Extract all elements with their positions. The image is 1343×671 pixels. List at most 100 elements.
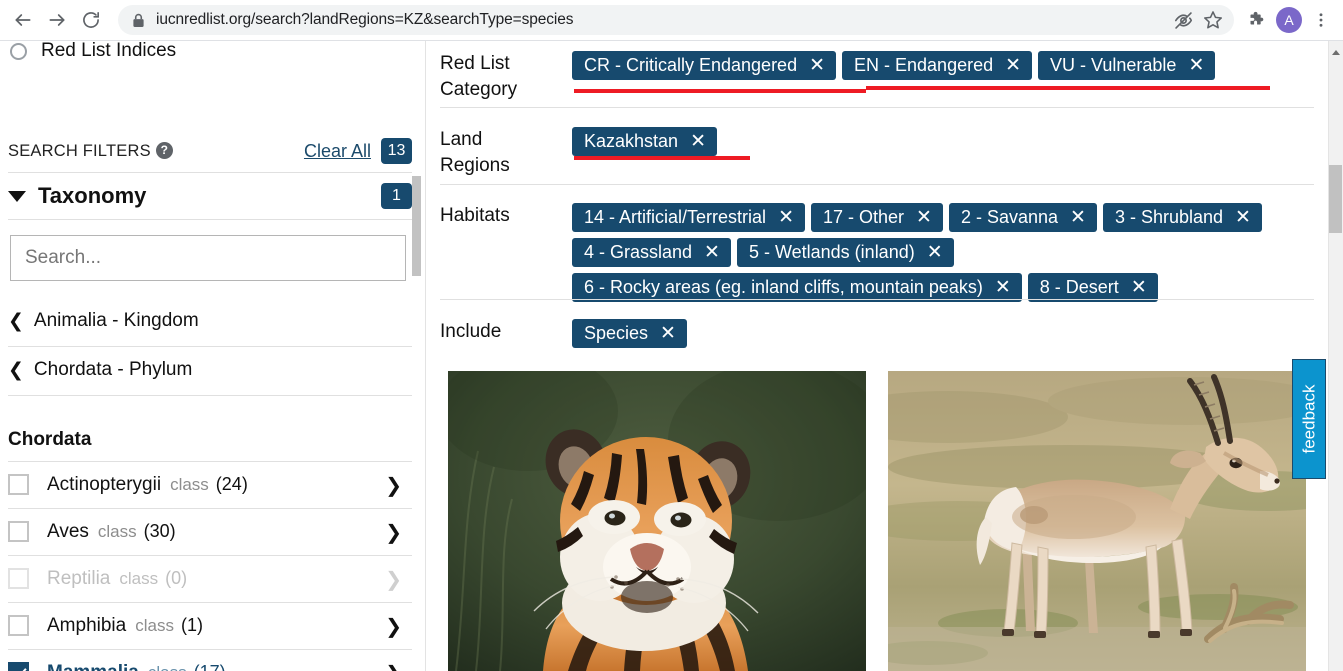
address-bar[interactable]: iucnredlist.org/search?landRegions=KZ&se… xyxy=(118,5,1234,35)
chip-kazakhstan[interactable]: Kazakhstan ✕ xyxy=(572,127,717,156)
checkbox[interactable] xyxy=(8,474,29,495)
checkbox[interactable] xyxy=(8,521,29,542)
star-icon[interactable] xyxy=(1198,5,1228,35)
search-filters-title: SEARCH FILTERS xyxy=(8,141,151,160)
chip-habitat-8[interactable]: 8 - Desert ✕ xyxy=(1027,273,1158,302)
chip-remove-icon[interactable]: ✕ xyxy=(995,278,1011,297)
chevron-right-icon[interactable]: ❯ xyxy=(385,614,402,638)
filter-row-land-regions: Land Regions Kazakhstan ✕ xyxy=(426,117,1315,189)
chip-group-land-regions: Kazakhstan ✕ xyxy=(572,127,717,179)
feedback-tab[interactable]: feedback xyxy=(1292,359,1326,479)
taxonomy-row-mammalia[interactable]: Mammalia class (17) ❯ xyxy=(8,649,412,671)
chip-remove-icon[interactable]: ✕ xyxy=(778,208,794,227)
search-filters-sidebar: Red List Indices SEARCH FILTERS ? Clear … xyxy=(0,41,426,671)
taxonomy-row-actinopterygii[interactable]: Actinopterygii class (24) ❯ xyxy=(8,461,412,508)
back-button[interactable] xyxy=(6,3,40,37)
chip-vu[interactable]: VU - Vulnerable ✕ xyxy=(1038,51,1216,80)
taxonomy-section-header[interactable]: Taxonomy 1 xyxy=(8,174,412,218)
chip-species[interactable]: Species ✕ xyxy=(572,319,687,348)
help-icon[interactable]: ? xyxy=(155,141,173,159)
chip-label: CR - Critically Endangered xyxy=(584,55,798,75)
feedback-label: feedback xyxy=(1299,384,1318,454)
breadcrumb-animalia[interactable]: ❮ Animalia - Kingdom xyxy=(8,297,412,345)
row-separator xyxy=(440,107,1314,108)
puzzle-icon[interactable] xyxy=(1242,3,1272,37)
chip-en[interactable]: EN - Endangered ✕ xyxy=(842,51,1033,80)
taxon-count: (1) xyxy=(180,615,203,635)
taxon-name: Mammalia xyxy=(47,662,139,671)
chip-habitat-2[interactable]: 2 - Savanna ✕ xyxy=(948,203,1097,232)
chip-habitat-14[interactable]: 14 - Artificial/Terrestrial ✕ xyxy=(572,203,805,232)
chip-remove-icon[interactable]: ✕ xyxy=(1188,56,1204,75)
chip-remove-icon[interactable]: ✕ xyxy=(1131,278,1147,297)
chip-remove-icon[interactable]: ✕ xyxy=(1070,208,1086,227)
chip-habitat-3[interactable]: 3 - Shrubland ✕ xyxy=(1102,203,1262,232)
taxonomy-count-badge: 1 xyxy=(381,183,412,209)
search-input[interactable] xyxy=(11,236,405,280)
radio-red-list-indices[interactable]: Red List Indices xyxy=(10,41,176,65)
main-scrollbar-thumb[interactable] xyxy=(1329,165,1342,233)
chip-label: 2 - Savanna xyxy=(960,207,1059,227)
forward-button[interactable] xyxy=(40,3,74,37)
chip-habitat-5[interactable]: 5 - Wetlands (inland) ✕ xyxy=(736,238,954,267)
chevron-right-icon[interactable]: ❯ xyxy=(385,520,402,544)
chip-habitat-4[interactable]: 4 - Grassland ✕ xyxy=(572,238,731,267)
checkbox xyxy=(8,568,29,589)
chip-remove-icon[interactable]: ✕ xyxy=(660,324,676,343)
chip-remove-icon[interactable]: ✕ xyxy=(916,208,932,227)
chip-label: 4 - Grassland xyxy=(584,242,693,262)
chip-group-include: Species ✕ xyxy=(572,319,687,348)
chip-label: 14 - Artificial/Terrestrial xyxy=(584,207,767,227)
divider xyxy=(8,219,412,220)
sidebar-scrollbar[interactable] xyxy=(412,176,421,276)
chip-remove-icon[interactable]: ✕ xyxy=(704,243,720,262)
chip-label: 5 - Wetlands (inland) xyxy=(748,242,915,262)
filter-label-habitats: Habitats xyxy=(440,205,510,226)
checkbox[interactable] xyxy=(8,615,29,636)
group-title: Chordata xyxy=(8,429,92,450)
chip-remove-icon[interactable]: ✕ xyxy=(809,56,825,75)
arrow-right-icon xyxy=(49,14,65,26)
chip-remove-icon[interactable]: ✕ xyxy=(927,243,943,262)
filter-row-include: Include Species ✕ xyxy=(426,309,1315,358)
scroll-up-arrow-icon[interactable] xyxy=(1332,50,1340,55)
reload-button[interactable] xyxy=(74,3,108,37)
eye-slash-icon[interactable] xyxy=(1168,5,1198,35)
breadcrumb-chordata[interactable]: ❮ Chordata - Phylum xyxy=(8,346,412,394)
search-filters-header: SEARCH FILTERS ? Clear All 13 xyxy=(8,129,412,173)
chevron-left-icon: ❮ xyxy=(8,359,24,381)
taxon-name: Amphibia xyxy=(47,614,127,636)
chevron-right-icon[interactable]: ❯ xyxy=(385,473,402,497)
chip-habitat-17[interactable]: 17 - Other ✕ xyxy=(810,203,943,232)
chip-label: Kazakhstan xyxy=(584,131,679,151)
gazelle-photo[interactable] xyxy=(888,371,1306,671)
taxon-count: (30) xyxy=(143,521,176,541)
three-dot-menu-icon[interactable] xyxy=(1306,3,1336,37)
filter-label-include: Include xyxy=(440,321,502,342)
chip-label: VU - Vulnerable xyxy=(1050,55,1177,75)
chip-label: Species xyxy=(584,323,649,343)
taxonomy-row-amphibia[interactable]: Amphibia class (1) ❯ xyxy=(8,602,412,649)
divider xyxy=(8,395,412,396)
chevron-right-icon[interactable]: ❯ xyxy=(385,661,402,671)
chip-remove-icon[interactable]: ✕ xyxy=(1235,208,1251,227)
highlight-underline-category-2 xyxy=(866,86,1270,90)
filter-label-red-list-category: Red List Category xyxy=(440,53,518,100)
chip-cr[interactable]: CR - Critically Endangered ✕ xyxy=(572,51,837,80)
avatar[interactable]: A xyxy=(1276,7,1302,33)
taxon-rank: class xyxy=(119,568,159,588)
chip-habitat-6[interactable]: 6 - Rocky areas (eg. inland cliffs, moun… xyxy=(572,273,1022,302)
tiger-photo[interactable] xyxy=(448,371,866,671)
breadcrumb-label: Chordata - Phylum xyxy=(33,359,193,380)
taxonomy-search-box[interactable] xyxy=(10,235,406,281)
lock-icon xyxy=(132,13,145,28)
chip-remove-icon[interactable]: ✕ xyxy=(690,132,706,151)
taxon-count: (24) xyxy=(215,474,248,494)
arrow-left-icon xyxy=(15,14,31,26)
highlight-underline-land-regions xyxy=(574,156,750,160)
taxonomy-row-aves[interactable]: Aves class (30) ❯ xyxy=(8,508,412,555)
checkbox[interactable] xyxy=(8,662,29,671)
clear-all-link[interactable]: Clear All xyxy=(304,141,381,162)
main-scrollbar-track[interactable] xyxy=(1328,41,1343,671)
chip-remove-icon[interactable]: ✕ xyxy=(1005,56,1021,75)
